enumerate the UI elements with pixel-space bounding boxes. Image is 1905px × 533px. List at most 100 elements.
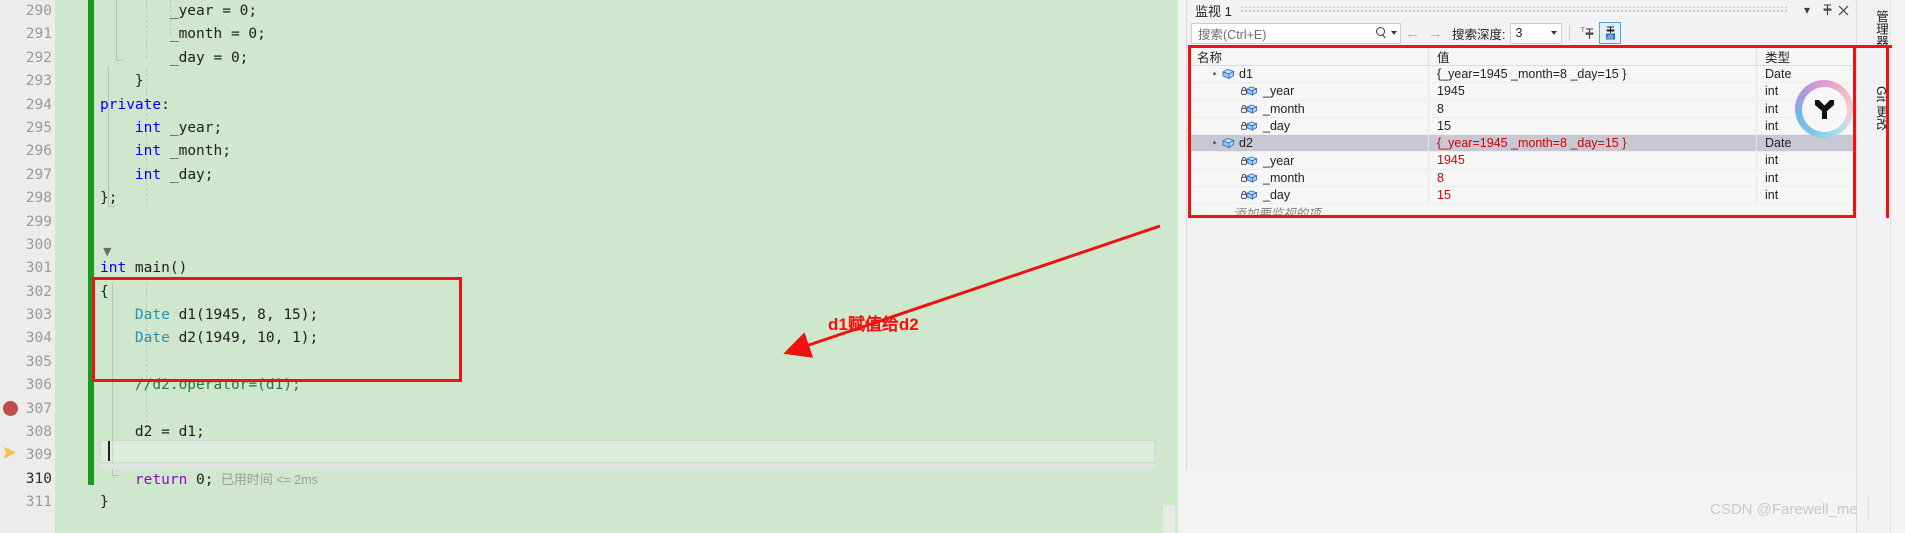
table-row[interactable]: _day 15 int bbox=[1189, 117, 1857, 136]
code-editor[interactable]: ➤ 290 291 292 293 294 295 296 297 298 299 300 301 30… bbox=[0, 0, 1178, 533]
cell-type: int bbox=[1765, 153, 1779, 168]
code-token: } bbox=[134, 73, 144, 90]
cell-value[interactable]: 1945 bbox=[1429, 152, 1757, 169]
pin-value-icon[interactable]: T bbox=[1577, 22, 1599, 44]
cell-name[interactable]: ◂ d1 bbox=[1189, 66, 1429, 83]
table-row[interactable]: ◂ d2 {_year=1945 _month=8 _day=15 } Date bbox=[1189, 135, 1857, 153]
code-line[interactable]: int _year; bbox=[100, 117, 1178, 140]
vs-glyph-icon bbox=[1814, 99, 1834, 119]
cell-name[interactable]: _day bbox=[1189, 187, 1429, 204]
field-private-icon bbox=[1241, 103, 1259, 115]
code-line[interactable]: private: bbox=[100, 94, 1178, 117]
watch-toolbar: 搜索(Ctrl+E) ← → 搜索深度: 3 T ab bbox=[1187, 20, 1857, 46]
column-header-value[interactable]: 值 bbox=[1429, 46, 1757, 66]
cell-value[interactable]: 15 bbox=[1429, 187, 1757, 204]
editor-horizontal-scrollbar[interactable] bbox=[100, 464, 1155, 469]
cell-name[interactable]: _month bbox=[1189, 169, 1429, 187]
table-row[interactable]: ◂ d1 {_year=1945 _month=8 _day=15 } Date bbox=[1189, 66, 1857, 84]
watermark-divider bbox=[1868, 495, 1869, 521]
search-previous-icon[interactable]: ← bbox=[1401, 25, 1424, 42]
cell-value[interactable]: 8 bbox=[1429, 169, 1757, 187]
code-line[interactable] bbox=[100, 234, 1178, 257]
cell-value[interactable]: 8 bbox=[1429, 100, 1757, 117]
search-options-chevron-icon[interactable] bbox=[1391, 31, 1397, 35]
code-token: _day = 0; bbox=[169, 49, 249, 66]
cell-value[interactable]: 1945 bbox=[1429, 83, 1757, 100]
cell-type: Date bbox=[1765, 136, 1792, 151]
code-token: main() bbox=[126, 260, 188, 277]
column-header-name[interactable]: 名称 bbox=[1189, 46, 1429, 66]
cell-value[interactable]: {_year=1945 _month=8 _day=15 } bbox=[1429, 66, 1757, 83]
code-token: _year = 0; bbox=[169, 3, 258, 19]
visual-studio-logo bbox=[1795, 80, 1853, 138]
code-line[interactable] bbox=[100, 211, 1178, 234]
row-name-label: _year bbox=[1263, 84, 1295, 99]
code-token: _year; bbox=[161, 119, 223, 136]
table-row[interactable]: _month 8 int bbox=[1189, 169, 1857, 188]
table-row[interactable]: _day 15 int bbox=[1189, 187, 1857, 205]
search-depth-value: 3 bbox=[1515, 26, 1523, 40]
code-line[interactable]: int _day; bbox=[100, 164, 1178, 187]
code-line[interactable] bbox=[100, 398, 1178, 421]
expander-expanded-icon[interactable]: ◂ bbox=[1206, 136, 1222, 152]
search-box[interactable]: 搜索(Ctrl+E) bbox=[1191, 22, 1401, 44]
chevron-down-icon[interactable] bbox=[1551, 31, 1558, 35]
column-header-type[interactable]: 类型 bbox=[1757, 47, 1855, 66]
table-row[interactable]: _year 1945 int bbox=[1189, 83, 1857, 101]
close-icon[interactable] bbox=[1837, 1, 1857, 19]
code-line[interactable]: } bbox=[100, 70, 1178, 93]
cell-name[interactable]: _year bbox=[1189, 152, 1429, 169]
show-raw-values-icon[interactable]: ab bbox=[1599, 22, 1622, 44]
line-number: 306 bbox=[25, 377, 52, 394]
cell-name[interactable]: _year bbox=[1189, 83, 1429, 100]
watch-variables-table[interactable]: 名称 值 类型 ◂ d1 {_year=1945 _month=8 _day=15 … bbox=[1189, 46, 1857, 223]
code-line[interactable]: _year = 0; bbox=[100, 0, 1178, 23]
row-name-label: _day bbox=[1263, 188, 1291, 203]
code-token: } bbox=[100, 494, 109, 511]
row-name-label: _year bbox=[1263, 153, 1295, 168]
code-line[interactable]: return 0; 已用时间 <= 2ms bbox=[100, 468, 1178, 491]
code-token: int bbox=[134, 143, 162, 160]
search-depth-select[interactable]: 3 bbox=[1510, 22, 1563, 44]
table-row[interactable]: _year 1945 int bbox=[1189, 152, 1857, 170]
cell-name[interactable]: ◂ d2 bbox=[1189, 135, 1429, 152]
code-text-area[interactable]: _year = 0; _month = 0; _day = 0; } privat… bbox=[100, 0, 1178, 533]
code-line[interactable]: _day = 0; bbox=[100, 47, 1178, 70]
code-token: _month; bbox=[161, 143, 231, 160]
line-number: 301 bbox=[25, 260, 52, 277]
line-number: 305 bbox=[25, 353, 52, 370]
field-private-icon bbox=[1241, 120, 1259, 132]
table-body[interactable]: ◂ d1 {_year=1945 _month=8 _day=15 } Date _ye… bbox=[1189, 66, 1857, 205]
code-token: 已用时间 bbox=[213, 471, 273, 487]
annotation-rect-extension-right bbox=[1886, 45, 1889, 218]
line-number: 294 bbox=[25, 96, 52, 113]
code-line[interactable]: int _month; bbox=[100, 140, 1178, 163]
row-name-label: d1 bbox=[1239, 67, 1253, 82]
code-token: _month = 0; bbox=[169, 26, 266, 43]
line-number: 302 bbox=[25, 283, 52, 300]
code-line[interactable]: _month = 0; bbox=[100, 23, 1178, 46]
field-private-icon bbox=[1241, 172, 1259, 184]
code-line[interactable]: } bbox=[100, 491, 1178, 514]
code-line[interactable]: d2 = d1; bbox=[100, 421, 1178, 444]
cell-value[interactable]: {_year=1945 _month=8 _day=15 } bbox=[1429, 135, 1757, 152]
table-header-row: 名称 值 类型 bbox=[1189, 46, 1857, 66]
row-name-label: _day bbox=[1263, 119, 1291, 134]
search-input[interactable]: 搜索(Ctrl+E) bbox=[1195, 24, 1376, 43]
titlebar-drag-dots[interactable] bbox=[1239, 7, 1789, 13]
line-number: 297 bbox=[25, 166, 52, 183]
table-row[interactable]: _month 8 int bbox=[1189, 100, 1857, 118]
pin-icon[interactable] bbox=[1817, 1, 1837, 19]
cell-name[interactable]: _day bbox=[1189, 117, 1429, 135]
line-number: 308 bbox=[25, 424, 52, 441]
search-next-icon[interactable]: → bbox=[1424, 25, 1447, 42]
cell-value[interactable]: 15 bbox=[1429, 117, 1757, 135]
expander-expanded-icon[interactable]: ◂ bbox=[1206, 66, 1222, 82]
chevron-down-icon[interactable]: ▾ bbox=[1797, 1, 1817, 19]
code-line[interactable]: }; bbox=[100, 187, 1178, 210]
editor-vertical-scrollbar[interactable] bbox=[1163, 505, 1175, 533]
search-icon[interactable] bbox=[1376, 27, 1388, 39]
cell-name[interactable]: _month bbox=[1189, 100, 1429, 117]
